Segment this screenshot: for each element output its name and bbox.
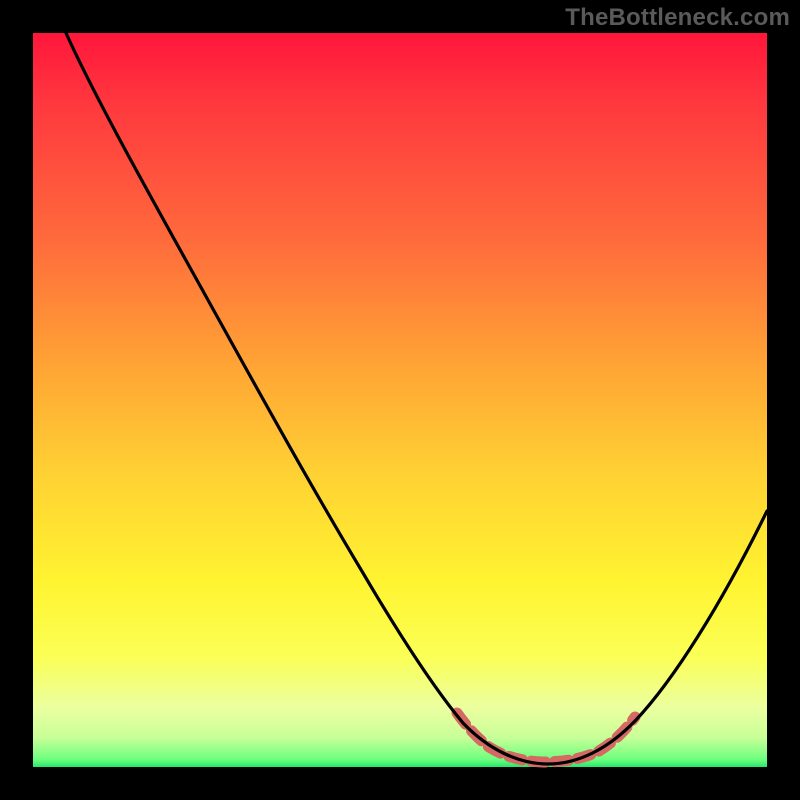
watermark-text: TheBottleneck.com: [565, 4, 790, 32]
plot-area: [33, 33, 767, 767]
bottleneck-curve: [66, 33, 767, 764]
valley-highlight: [457, 713, 635, 762]
chart-frame: TheBottleneck.com: [0, 0, 800, 800]
bottleneck-curve-svg: [33, 33, 767, 767]
